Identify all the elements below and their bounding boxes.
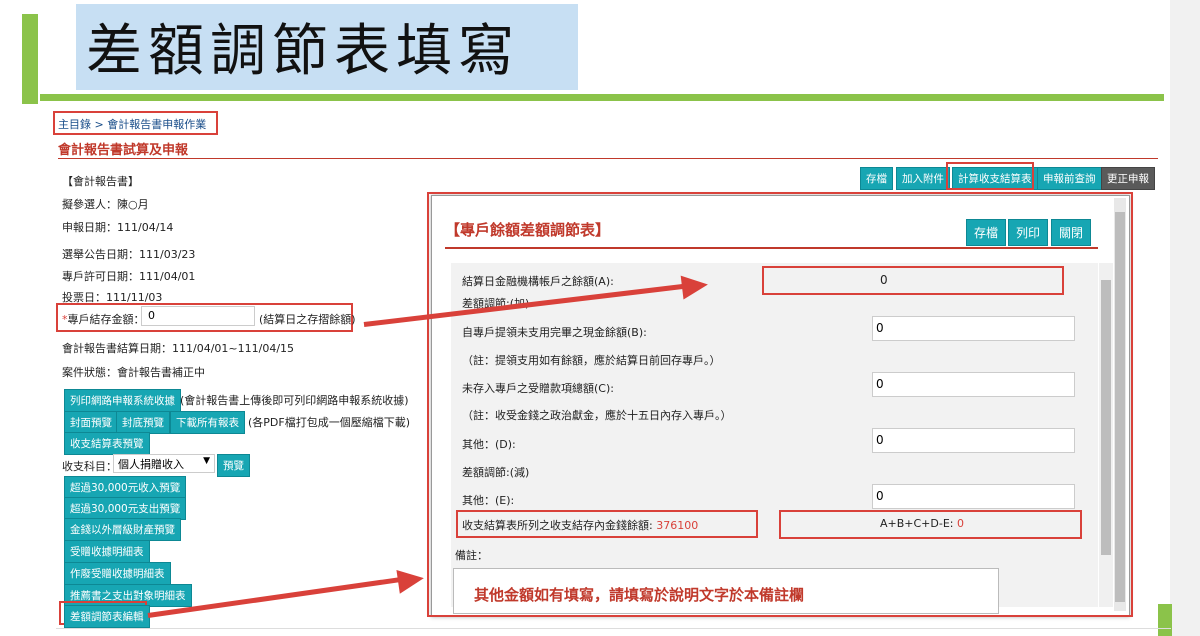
- subject-select[interactable]: 個人捐贈收入 ▼: [113, 454, 215, 473]
- remark-text: 其他金額如有填寫，請填寫於說明文字於本備註欄: [474, 586, 805, 604]
- c-note: （註：收受金錢之政治獻金，應於十五日內存入專戶。）: [462, 409, 732, 422]
- permit-date: 專戶許可日期：111/04/01: [62, 270, 196, 283]
- download-all-button[interactable]: 下載所有報表: [170, 411, 245, 434]
- b-note: （註：提領支用如有餘額，應於結算日前回存專戶。）: [462, 354, 721, 367]
- a-value-highlight: [762, 266, 1064, 295]
- calculate-button-highlight: [946, 162, 1034, 190]
- cover-preview-button[interactable]: 封面預覽: [64, 411, 118, 434]
- over-30000-expense-button[interactable]: 超過30,000元支出預覽: [64, 497, 187, 520]
- correct-submission-button[interactable]: 更正申報: [1101, 167, 1155, 190]
- b-label: 自專戶提領未支用完畢之現金餘額(B):: [462, 326, 647, 339]
- breadcrumb-current[interactable]: 會計報告書申報作業: [107, 118, 206, 131]
- over-30000-income-button[interactable]: 超過30,000元收入預覽: [64, 476, 187, 499]
- formula-label: A+B+C+D-E:: [880, 517, 954, 530]
- balance-label: *專戶結存金額：: [62, 313, 145, 326]
- pre-submit-query-button[interactable]: 申報前查詢: [1037, 167, 1102, 190]
- breadcrumb-home[interactable]: 主目錄: [58, 118, 91, 131]
- c-label: 未存入專戶之受贈款項總額(C):: [462, 382, 614, 395]
- balance-input[interactable]: 0: [141, 306, 255, 326]
- dialog-title: 【專戶餘額差額調節表】: [445, 221, 611, 239]
- d-input[interactable]: 0: [872, 428, 1075, 453]
- subject-label: 收支科目：: [62, 460, 117, 473]
- balance-note: (結算日之存摺餘額): [259, 313, 356, 326]
- section-heading: 【會計報告書】: [62, 175, 139, 188]
- slide-divider: [40, 94, 1164, 101]
- reconciliation-edit-button[interactable]: 差額調節表編輯: [64, 605, 150, 628]
- summary-preview-button[interactable]: 收支結算表預覽: [64, 432, 150, 455]
- remark-label: 備註：: [455, 549, 488, 562]
- save-button[interactable]: 存檔: [860, 167, 893, 190]
- print-receipt-note: (會計報告書上傳後即可列印網路申報系統收據): [180, 394, 409, 407]
- total-row: 收支結算表所列之收支結存內金錢餘額: 376100: [462, 517, 698, 533]
- non-cash-property-button[interactable]: 金錢以外層級財產預覽: [64, 518, 181, 541]
- add-attachment-button[interactable]: 加入附件: [896, 167, 950, 190]
- candidate-name: 擬參選人：陳○月: [62, 198, 149, 211]
- slide-title: 差額調節表填寫: [86, 19, 520, 84]
- donation-receipt-list-button[interactable]: 受贈收據明細表: [64, 540, 150, 563]
- total-value: 376100: [656, 519, 699, 532]
- page-title-underline: [58, 158, 1158, 159]
- subtract-adjust-label: 差額調節:(減): [462, 466, 530, 479]
- footer-line: [56, 628, 1171, 629]
- subject-preview-button[interactable]: 預覽: [217, 454, 250, 477]
- breadcrumb: 主目錄 > 會計報告書申報作業: [58, 116, 206, 132]
- breadcrumb-separator: >: [94, 118, 104, 131]
- c-input[interactable]: 0: [872, 372, 1075, 397]
- print-receipt-button[interactable]: 列印網路申報系統收據: [64, 389, 181, 412]
- page-title: 會計報告書試算及申報: [58, 143, 189, 158]
- case-status: 案件狀態：會計報告書補正中: [62, 366, 205, 379]
- d-label: 其他：(D):: [462, 438, 516, 451]
- settlement-period: 會計報告書結算日期：111/04/01~111/04/15: [62, 342, 295, 355]
- apply-date: 申報日期：111/04/14: [62, 221, 174, 234]
- arrowhead-edit-to-dialog: [396, 566, 426, 594]
- total-label: 收支結算表所列之收支結存內金錢餘額:: [462, 519, 653, 532]
- a-value: 0: [880, 273, 888, 287]
- a-label: 結算日金融機構帳戶之餘額(A):: [462, 275, 614, 288]
- arrowhead-balance-to-a: [680, 272, 710, 300]
- download-note: (各PDF檔打包成一個壓縮檔下載): [248, 416, 411, 429]
- slide-green-tab: [22, 14, 38, 104]
- formula-row: A+B+C+D-E: 0: [880, 517, 964, 530]
- announce-date: 選舉公告日期：111/03/23: [62, 248, 196, 261]
- slide-right-margin: [1170, 0, 1200, 636]
- b-input[interactable]: 0: [872, 316, 1075, 341]
- dialog-print-button[interactable]: 列印: [1008, 219, 1049, 246]
- e-label: 其他：(E):: [462, 494, 515, 507]
- e-input[interactable]: 0: [872, 484, 1075, 509]
- chevron-down-icon: ▼: [203, 456, 210, 466]
- slide-corner-accent: [1158, 604, 1172, 636]
- dialog-scrollbar-thumb[interactable]: [1115, 212, 1125, 602]
- back-preview-button[interactable]: 封底預覽: [116, 411, 170, 434]
- formula-value: 0: [957, 517, 964, 530]
- void-receipt-list-button[interactable]: 作廢受贈收據明細表: [64, 562, 171, 585]
- dialog-close-button[interactable]: 關閉: [1051, 219, 1092, 246]
- dialog-save-button[interactable]: 存檔: [966, 219, 1007, 246]
- form-scrollbar-thumb[interactable]: [1101, 280, 1111, 555]
- dialog-title-underline: [445, 247, 1098, 249]
